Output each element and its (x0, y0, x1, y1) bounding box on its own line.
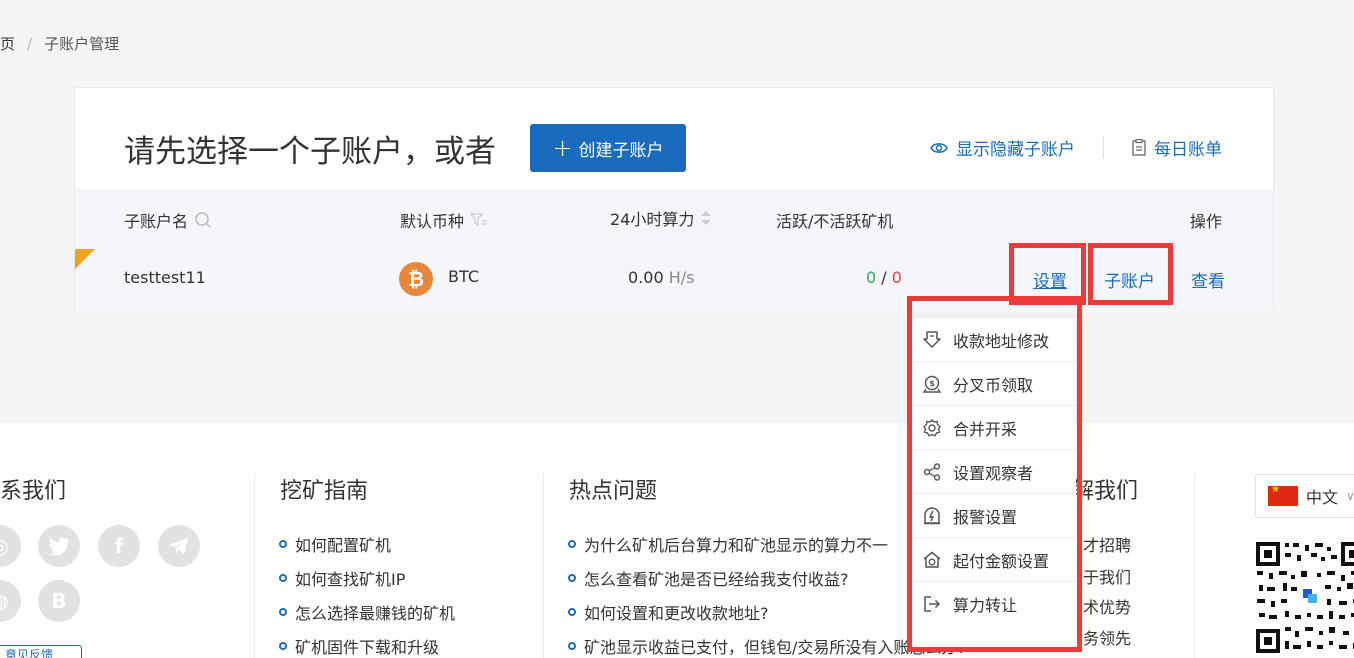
footer-guide-title: 挖矿指南 (280, 479, 369, 504)
hashrate-unit: H/s (668, 268, 695, 287)
guide-link[interactable]: 如何配置矿机 (279, 532, 391, 556)
hot-link[interactable]: 怎么查看矿池是否已经给我支付收益? (568, 566, 849, 590)
about-link[interactable]: 务领先 (1083, 625, 1131, 649)
facebook-icon[interactable]: f (98, 525, 140, 567)
guide-link-label: 如何配置矿机 (295, 536, 392, 555)
language-label: 中文 (1306, 488, 1339, 507)
bullet-icon (568, 608, 576, 616)
highlight-dropdown (907, 296, 1082, 652)
inactive-workers: 0 (891, 268, 902, 287)
show-hidden-subaccounts-link[interactable]: 显示隐藏子账户 (930, 135, 1075, 160)
column-default-coin: 默认币种 (400, 208, 488, 232)
column-subaccount-name: 子账户名 (124, 208, 212, 232)
current-row-marker (75, 249, 95, 269)
footer-divider-2 (543, 473, 544, 658)
bitcoin-icon: ₿ (399, 262, 433, 296)
hot-link[interactable]: 为什么矿机后台算力和矿池显示的算力不一 (568, 532, 888, 556)
highlight-subaccount (1088, 243, 1173, 305)
hashrate-value: 0.00 H/s (628, 268, 694, 287)
bullet-icon (279, 574, 287, 582)
telegram-icon[interactable] (158, 525, 200, 567)
footer-divider-1 (254, 473, 255, 658)
hot-link-label: 为什么矿机后台算力和矿池显示的算力不一 (584, 536, 889, 555)
qr-code-icon (1255, 541, 1354, 656)
weibo-icon[interactable]: ◎ (0, 525, 21, 567)
bullet-icon (568, 540, 576, 548)
plus-icon: + (552, 134, 573, 162)
guide-link[interactable]: 如何查找矿机IP (279, 566, 405, 590)
subaccount-name: testtest11 (124, 268, 206, 287)
filter-icon[interactable] (470, 212, 488, 228)
guide-link[interactable]: 怎么选择最赚钱的矿机 (279, 600, 455, 624)
footer-hot-title: 热点问题 (569, 479, 658, 504)
hashrate-number: 0.00 (628, 268, 664, 287)
bill-icon (1132, 139, 1146, 156)
breadcrumb: 页 / 子账户管理 (0, 33, 119, 54)
daily-bill-label: 每日账单 (1154, 140, 1222, 160)
language-selector[interactable]: 中文 ∨ (1255, 474, 1354, 518)
workers-separator: / (881, 268, 887, 287)
column-name-label: 子账户名 (124, 212, 189, 231)
active-workers: 0 (866, 268, 877, 287)
column-hashrate[interactable]: 24小时算力 (610, 206, 712, 230)
view-link[interactable]: 查看 (1191, 267, 1225, 292)
breadcrumb-separator: / (27, 35, 33, 53)
page-title: 请先选择一个子账户，或者 (124, 134, 496, 170)
create-subaccount-button[interactable]: + 创建子账户 (530, 124, 686, 172)
breadcrumb-home[interactable]: 页 (0, 35, 15, 53)
guide-link[interactable]: 矿机固件下载和升级 (279, 634, 439, 658)
hot-link-label: 如何设置和更改收款地址? (584, 604, 769, 623)
wechat-icon[interactable]: ◍ (0, 580, 21, 622)
hot-link[interactable]: 如何设置和更改收款地址? (568, 600, 769, 624)
bullet-icon (568, 642, 576, 650)
chevron-down-icon: ∨ (1346, 489, 1354, 503)
bullet-icon (279, 540, 287, 548)
column-coin-label: 默认币种 (400, 212, 465, 231)
daily-bill-link[interactable]: 每日账单 (1132, 135, 1222, 160)
sort-icon[interactable] (700, 209, 712, 227)
coin-name: BTC (448, 267, 479, 286)
bitcoin-b-icon[interactable]: B (38, 580, 80, 622)
header-divider (1103, 136, 1104, 158)
feedback-button[interactable]: 意见反馈 (0, 645, 82, 658)
china-flag-icon (1268, 484, 1298, 506)
guide-link-label: 矿机固件下载和升级 (295, 638, 440, 657)
workers-count: 0 / 0 (866, 268, 902, 287)
guide-link-label: 如何查找矿机IP (295, 570, 406, 589)
guide-link-label: 怎么选择最赚钱的矿机 (295, 604, 456, 623)
create-subaccount-label: 创建子账户 (578, 140, 664, 161)
about-link[interactable]: 于我们 (1083, 564, 1131, 588)
column-actions-label: 操作 (1190, 212, 1223, 231)
column-workers: 活跃/不活跃矿机 (776, 208, 893, 232)
column-workers-label: 活跃/不活跃矿机 (776, 212, 894, 231)
hot-link-label: 怎么查看矿池是否已经给我支付收益? (584, 570, 849, 589)
footer: 系我们 ◎ f ◍ B 意见反馈 挖矿指南 如何配置矿机 如何查找矿机IP 怎么… (0, 423, 1354, 658)
bullet-icon (568, 574, 576, 582)
column-actions: 操作 (1190, 208, 1222, 232)
footer-divider-3 (1194, 473, 1195, 658)
show-hidden-label: 显示隐藏子账户 (956, 140, 1075, 160)
breadcrumb-current: 子账户管理 (44, 35, 120, 53)
footer-contact-title: 系我们 (0, 479, 67, 504)
column-hashrate-label: 24小时算力 (610, 210, 695, 229)
search-icon[interactable] (194, 211, 212, 229)
bullet-icon (279, 608, 287, 616)
about-link[interactable]: 术优势 (1083, 594, 1131, 618)
bullet-icon (279, 642, 287, 650)
about-link[interactable]: 才招聘 (1083, 532, 1131, 556)
eye-icon (930, 142, 948, 153)
twitter-icon[interactable] (38, 525, 80, 567)
